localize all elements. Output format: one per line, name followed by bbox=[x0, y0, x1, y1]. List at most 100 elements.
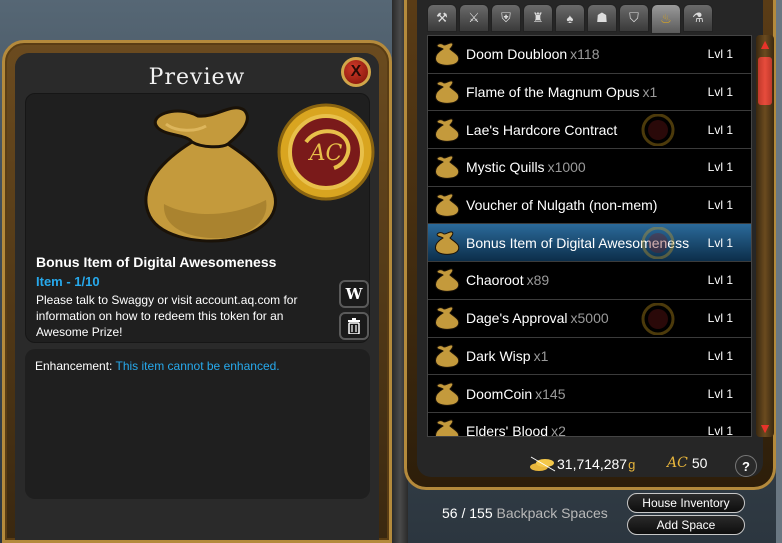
item-row-label: Doom Doubloon bbox=[466, 46, 568, 63]
bag-icon bbox=[433, 193, 461, 217]
item-row-quantity: x1 bbox=[533, 347, 549, 364]
item-row-level: Lvl 1 bbox=[707, 424, 733, 437]
tab-helm[interactable]: ♜ bbox=[523, 4, 553, 32]
item-row-level: Lvl 1 bbox=[707, 235, 733, 250]
scroll-thumb[interactable] bbox=[758, 57, 772, 105]
tab-sword[interactable]: ⚔ bbox=[459, 4, 489, 32]
bag-icon bbox=[433, 42, 461, 67]
item-row-level: Lvl 1 bbox=[707, 348, 733, 363]
item-row-level: Lvl 1 bbox=[707, 311, 733, 326]
bag-icon bbox=[433, 80, 461, 104]
scroll-down-icon[interactable]: ▼ bbox=[756, 419, 774, 437]
backpack-label: Backpack Spaces bbox=[496, 505, 608, 521]
enhancement-text: Enhancement: This item cannot be enhance… bbox=[35, 359, 280, 373]
item-type: Item - 1/10 bbox=[36, 274, 100, 289]
tab-shield[interactable]: ⛉ bbox=[619, 4, 649, 32]
item-row-name: Mystic Quills x1000 bbox=[466, 159, 698, 175]
tab-pet[interactable]: ☗ bbox=[587, 4, 617, 32]
item-row-name: Doom Doubloon x118 bbox=[466, 46, 698, 62]
close-button[interactable]: X bbox=[341, 57, 371, 87]
tab-weapon[interactable]: ⚒ bbox=[427, 4, 457, 32]
item-row-level: Lvl 1 bbox=[707, 198, 733, 213]
item-row-level: Lvl 1 bbox=[707, 386, 733, 401]
item-description: Please talk to Swaggy or visit account.a… bbox=[36, 293, 298, 339]
bag-icon bbox=[433, 306, 461, 331]
bag-icon bbox=[433, 381, 461, 406]
item-row-quantity: x118 bbox=[570, 46, 600, 63]
inventory-item-row[interactable]: Chaoroot x89 Lvl 1 bbox=[428, 262, 751, 300]
ac-amount: 50 bbox=[691, 455, 708, 471]
wiki-icon: W bbox=[345, 285, 363, 303]
preview-panel: Preview X AC Bonus Item of Digital Aweso… bbox=[2, 40, 392, 543]
item-name: Bonus Item of Digital Awesomeness bbox=[36, 254, 277, 270]
tab-cape[interactable]: ♠ bbox=[555, 4, 585, 32]
item-row-label: Flame of the Magnum Opus bbox=[466, 84, 640, 101]
bag-icon bbox=[433, 419, 461, 436]
enhancement-box: Enhancement: This item cannot be enhance… bbox=[25, 349, 370, 499]
item-row-quantity: x5000 bbox=[570, 310, 609, 327]
item-row-label: Chaoroot bbox=[466, 272, 524, 289]
inventory-inner: ⚒ ⚔ ⛨ ♜ ♠ ☗ ⛉ ♨ ⚗ Doom Doubloon x118 Lvl 1 Flame of… bbox=[417, 0, 774, 477]
inventory-item-row[interactable]: Doom Doubloon x118 Lvl 1 bbox=[428, 36, 751, 74]
enhancement-label: Enhancement: bbox=[35, 359, 113, 373]
ac-coin-text: AC bbox=[308, 141, 343, 166]
inventory-item-row[interactable]: Flame of the Magnum Opus x1 Lvl 1 bbox=[428, 73, 751, 112]
item-row-label: Elders' Blood bbox=[466, 423, 549, 437]
item-row-name: Voucher of Nulgath (non-mem) bbox=[466, 197, 698, 213]
item-row-name: DoomCoin x145 bbox=[466, 386, 698, 402]
inventory-item-row[interactable]: Elders' Blood x2 Lvl 1 bbox=[428, 412, 751, 437]
item-row-label: Voucher of Nulgath (non-mem) bbox=[466, 197, 658, 214]
ac-badge-icon bbox=[633, 226, 683, 260]
item-row-quantity: x1 bbox=[642, 84, 658, 101]
ac-icon: AC bbox=[667, 455, 688, 471]
pet-tab-icon: ☗ bbox=[596, 10, 608, 25]
bag-icon bbox=[433, 268, 461, 293]
bag-tab-icon: ♨ bbox=[660, 11, 672, 26]
item-row-name: Chaoroot x89 bbox=[466, 272, 698, 288]
ac-badge-icon bbox=[633, 113, 683, 147]
weapon-tab-icon: ⚒ bbox=[436, 10, 448, 25]
scrollbar[interactable]: ▲ ▼ bbox=[756, 35, 774, 437]
potion-tab-icon: ⚗ bbox=[692, 10, 704, 25]
inventory-item-row[interactable]: Mystic Quills x1000 Lvl 1 bbox=[428, 149, 751, 187]
helm-tab-icon: ♜ bbox=[532, 10, 544, 25]
shield-tab-icon: ⛉ bbox=[629, 10, 639, 25]
bag-icon bbox=[433, 231, 461, 255]
trash-button[interactable] bbox=[339, 312, 369, 340]
ac-coin-icon: AC bbox=[277, 103, 375, 201]
inventory-item-row[interactable]: Bonus Item of Digital Awesomeness Lvl 1 bbox=[428, 224, 751, 263]
inventory-item-row[interactable]: DoomCoin x145 Lvl 1 bbox=[428, 375, 751, 413]
inventory-item-row[interactable]: Lae's Hardcore Contract Lvl 1 bbox=[428, 111, 751, 150]
background-edge bbox=[776, 0, 782, 543]
inventory-list: Doom Doubloon x118 Lvl 1 Flame of the Magnu… bbox=[427, 35, 752, 437]
add-space-button[interactable]: Add Space bbox=[627, 515, 745, 535]
item-row-level: Lvl 1 bbox=[707, 160, 733, 175]
item-row-label: Mystic Quills bbox=[466, 159, 545, 176]
scroll-up-icon[interactable]: ▲ bbox=[756, 35, 774, 53]
inventory-item-row[interactable]: Voucher of Nulgath (non-mem) Lvl 1 bbox=[428, 186, 751, 225]
help-button[interactable]: ? bbox=[735, 455, 757, 477]
item-row-label: Dark Wisp bbox=[466, 347, 531, 364]
armor-tab-icon: ⛨ bbox=[501, 10, 511, 25]
item-info-box: AC Bonus Item of Digital Awesomeness Ite… bbox=[25, 93, 375, 343]
tab-potion[interactable]: ⚗ bbox=[683, 4, 713, 32]
enhancement-value: This item cannot be enhanced. bbox=[115, 359, 280, 373]
ac-display: AC 50 bbox=[667, 455, 707, 471]
item-row-label: DoomCoin bbox=[466, 385, 533, 402]
item-row-name: Dark Wisp x1 bbox=[466, 348, 698, 364]
item-row-quantity: x2 bbox=[551, 423, 566, 437]
tab-armor[interactable]: ⛨ bbox=[491, 4, 521, 32]
inventory-item-row[interactable]: Dark Wisp x1 Lvl 1 bbox=[428, 337, 751, 376]
house-inventory-button[interactable]: House Inventory bbox=[627, 493, 745, 513]
tab-bag[interactable]: ♨ bbox=[651, 4, 681, 34]
wiki-button[interactable]: W bbox=[339, 280, 369, 308]
preview-title: Preview bbox=[148, 65, 246, 90]
item-row-level: Lvl 1 bbox=[707, 47, 733, 62]
backpack-count: 56 / 155 bbox=[442, 505, 493, 521]
category-tabs: ⚒ ⚔ ⛨ ♜ ♠ ☗ ⛉ ♨ ⚗ bbox=[427, 4, 713, 34]
inventory-item-row[interactable]: Dage's Approval x5000 Lvl 1 bbox=[428, 299, 751, 338]
bag-icon bbox=[433, 155, 461, 180]
item-row-level: Lvl 1 bbox=[707, 85, 733, 100]
bag-icon bbox=[144, 106, 277, 243]
item-row-quantity: x1000 bbox=[547, 159, 586, 176]
